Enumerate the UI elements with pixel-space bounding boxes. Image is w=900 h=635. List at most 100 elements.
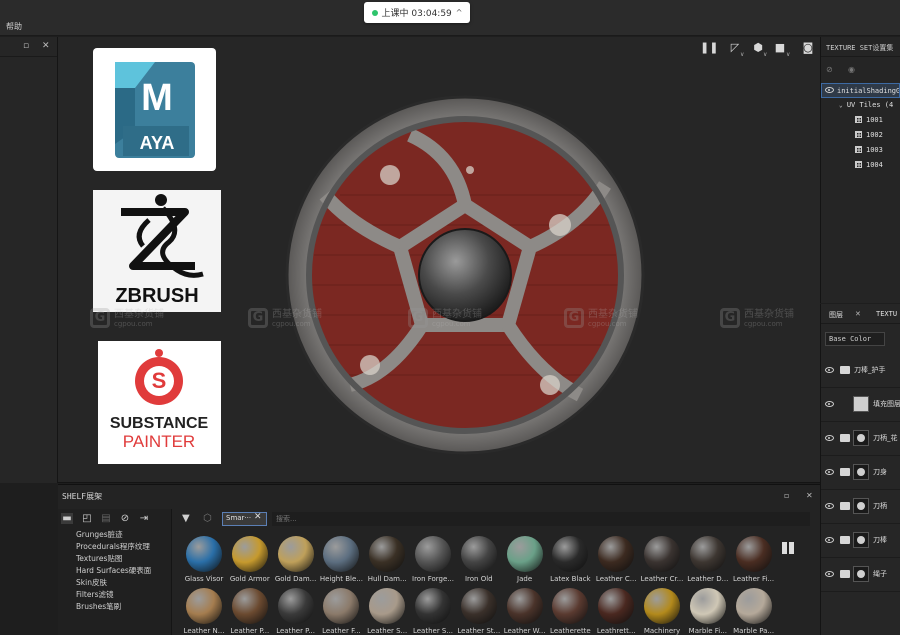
new-folder-icon[interactable]: ◰	[81, 513, 93, 524]
filter-icon[interactable]: ▼	[182, 513, 190, 524]
material-item[interactable]: Leather S...	[411, 588, 455, 635]
material-item[interactable]: Leather Fi...	[732, 536, 776, 583]
material-item[interactable]: Leather P...	[228, 588, 272, 635]
menu-help[interactable]: 帮助	[6, 21, 22, 32]
close-icon[interactable]: ✕	[806, 491, 813, 500]
material-label: Machinery	[643, 627, 681, 635]
layer-row[interactable]: 刀棒_护手	[821, 354, 900, 388]
uv-tile-item[interactable]: 1001	[821, 113, 900, 128]
screenshot-icon[interactable]: ◙	[802, 42, 814, 54]
chevron-down-icon[interactable]: ∨	[763, 51, 767, 58]
painter-word-1: SUBSTANCE	[110, 415, 209, 432]
shelf-category[interactable]: Filters滤镜	[58, 589, 171, 601]
uv-tiles-group[interactable]: ⌄ UV Tiles (4	[821, 98, 900, 113]
material-item[interactable]: Leather St...	[457, 588, 501, 635]
grid-view-icon[interactable]	[782, 542, 794, 554]
material-item[interactable]: Leather Cr...	[640, 536, 684, 583]
material-item[interactable]: Glass Visor	[182, 536, 226, 583]
tab-texture[interactable]: TEXTU	[876, 310, 897, 318]
close-icon[interactable]: ✕	[254, 512, 262, 522]
material-item[interactable]: Leather C...	[594, 536, 638, 583]
link-icon[interactable]: ⊘	[826, 65, 833, 74]
material-item[interactable]: Latex Black	[548, 536, 592, 583]
restore-icon[interactable]: ▫	[23, 41, 29, 51]
material-item[interactable]: Jade	[503, 536, 547, 583]
layer-row[interactable]: 刀柄	[821, 490, 900, 524]
material-item[interactable]: Marble Pa...	[732, 588, 776, 635]
clipboard-icon[interactable]: ▤	[100, 513, 112, 524]
eye-icon[interactable]	[825, 401, 834, 407]
eye-icon[interactable]	[825, 469, 834, 475]
material-thumbnail	[460, 536, 497, 572]
tab-layers[interactable]: 图层	[829, 310, 843, 320]
chevron-up-icon[interactable]: ^	[456, 8, 463, 17]
hide-icon[interactable]: ⊘	[119, 513, 131, 524]
close-icon[interactable]: ✕	[855, 310, 861, 318]
material-thumbnail	[231, 588, 268, 624]
material-label: Leather N...	[183, 627, 225, 635]
pause-icon[interactable]: ❚❚	[700, 42, 718, 54]
material-item[interactable]: Marble Fi...	[686, 588, 730, 635]
chevron-down-icon[interactable]: ∨	[786, 51, 790, 58]
material-item[interactable]: Iron Forge...	[411, 536, 455, 583]
shield-model	[285, 95, 645, 455]
tag-icon[interactable]: ⬡	[203, 513, 212, 524]
material-item[interactable]: Gold Dam...	[274, 536, 318, 583]
eye-icon[interactable]	[825, 87, 834, 93]
material-item[interactable]: Iron Old	[457, 536, 501, 583]
material-thumbnail	[277, 588, 314, 624]
material-item[interactable]: Hull Dam...	[365, 536, 409, 583]
left-panel: ▫ ✕	[0, 37, 58, 483]
uv-tile-item[interactable]: 1002	[821, 128, 900, 143]
eye-icon[interactable]	[825, 367, 834, 373]
3d-viewport[interactable]: ❚❚ ◸ ∨ ⬢ ∨ ■ ∨ ◙ M AYA ZBRUSH S SUBSTANC…	[58, 37, 820, 483]
uv-tile-item[interactable]: 1004	[821, 158, 900, 173]
folder-icon	[840, 570, 850, 578]
video-camera-icon[interactable]: ■	[774, 42, 786, 54]
material-item[interactable]: Leather D...	[686, 536, 730, 583]
maya-letter: M	[141, 77, 173, 119]
shelf-category[interactable]: Hard Surfaces硬表面	[58, 565, 171, 577]
uv-tile-item[interactable]: 1003	[821, 143, 900, 158]
material-label: Iron Forge...	[412, 575, 454, 583]
channel-select[interactable]: Base Color	[825, 332, 885, 346]
eye-icon[interactable]	[825, 435, 834, 441]
layer-row[interactable]: 刀棒	[821, 524, 900, 558]
material-item[interactable]: Leather N...	[182, 588, 226, 635]
material-item[interactable]: Leather W...	[503, 588, 547, 635]
shelf-category[interactable]: Grunges脏迹	[58, 529, 171, 541]
layer-row[interactable]: 填充图层	[821, 388, 900, 422]
eye-icon[interactable]	[825, 571, 834, 577]
shelf-category[interactable]: Procedurals程序纹理	[58, 541, 171, 553]
material-item[interactable]: Leathrett...	[594, 588, 638, 635]
shelf-category[interactable]: Skin皮肤	[58, 577, 171, 589]
close-icon[interactable]: ✕	[42, 41, 50, 51]
import-icon[interactable]: ⇥	[138, 513, 150, 524]
material-item[interactable]: Height Ble...	[319, 536, 363, 583]
shelf-category[interactable]: Brushes笔刷	[58, 601, 171, 613]
material-item[interactable]: Leather S...	[365, 588, 409, 635]
live-dot-icon	[371, 9, 378, 16]
material-item[interactable]: Gold Armor	[228, 536, 272, 583]
layer-row[interactable]: 绳子	[821, 558, 900, 592]
chevron-down-icon[interactable]: ∨	[740, 51, 744, 58]
eye-icon[interactable]	[825, 537, 834, 543]
material-thumbnail	[369, 588, 406, 624]
texture-set-root[interactable]: initialShadingGroup	[821, 83, 900, 98]
restore-icon[interactable]: ▫	[784, 491, 789, 500]
material-thumbnail	[323, 588, 360, 624]
layer-row[interactable]: 刀柄_花	[821, 422, 900, 456]
material-item[interactable]: Machinery	[640, 588, 684, 635]
material-item[interactable]: Leather P...	[274, 588, 318, 635]
material-label: Iron Old	[464, 575, 493, 583]
layer-row[interactable]: 刀身	[821, 456, 900, 490]
eye-icon[interactable]: ◉	[848, 65, 855, 74]
material-item[interactable]: Leather F...	[319, 588, 363, 635]
folder-icon[interactable]: ▬	[61, 513, 73, 524]
live-status-pill[interactable]: 上课中 03:04:59 ^	[364, 2, 470, 23]
search-input[interactable]	[272, 512, 810, 526]
watermark: G 西基杂货铺 cgpou.com	[720, 308, 794, 328]
shelf-category[interactable]: Textures贴图	[58, 553, 171, 565]
eye-icon[interactable]	[825, 503, 834, 509]
material-item[interactable]: Leatherette	[548, 588, 592, 635]
